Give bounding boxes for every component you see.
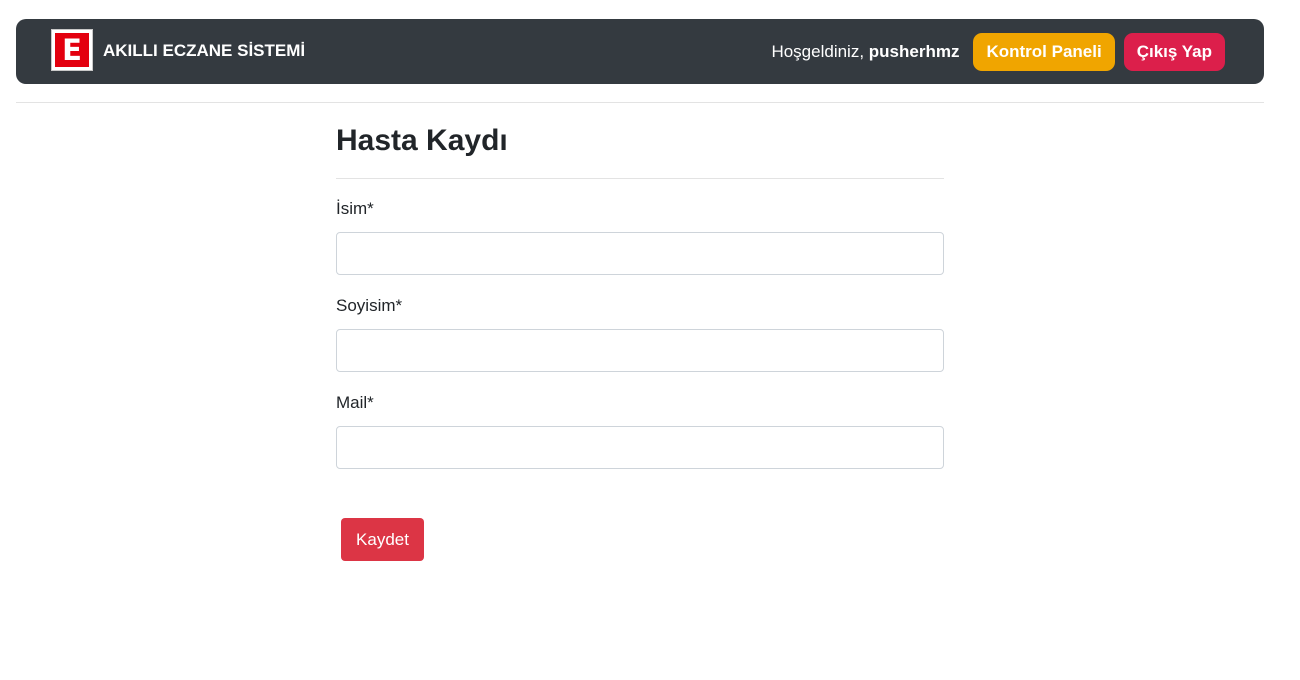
- patient-registration-form: Hasta Kaydı İsim* Soyisim* Mail* Kaydet: [336, 112, 944, 561]
- page-title: Hasta Kaydı: [336, 124, 508, 157]
- welcome-prefix: Hoşgeldiniz,: [771, 42, 869, 61]
- pharmacy-logo-icon[interactable]: E: [51, 29, 93, 71]
- brand-name-link[interactable]: AKILLI ECZANE SİSTEMİ: [103, 40, 305, 62]
- header-divider: [16, 102, 1264, 103]
- dashboard-button[interactable]: Kontrol Paneli: [973, 33, 1115, 71]
- top-navbar: E AKILLI ECZANE SİSTEMİ Hoşgeldiniz, pus…: [16, 19, 1264, 84]
- save-button[interactable]: Kaydet: [341, 518, 424, 561]
- navbar-user-area: Hoşgeldiniz, pusherhmz Kontrol Paneli Çı…: [771, 33, 1225, 71]
- first-name-input[interactable]: [336, 232, 944, 275]
- first-name-label: İsim*: [336, 199, 374, 218]
- logout-button[interactable]: Çıkış Yap: [1123, 33, 1225, 71]
- title-divider: [336, 178, 944, 179]
- email-input[interactable]: [336, 426, 944, 469]
- email-label: Mail*: [336, 393, 374, 412]
- username: pusherhmz: [868, 42, 960, 61]
- last-name-input[interactable]: [336, 329, 944, 372]
- last-name-label: Soyisim*: [336, 296, 403, 315]
- welcome-message: Hoşgeldiniz, pusherhmz: [771, 42, 959, 62]
- logo-letter: E: [55, 33, 89, 67]
